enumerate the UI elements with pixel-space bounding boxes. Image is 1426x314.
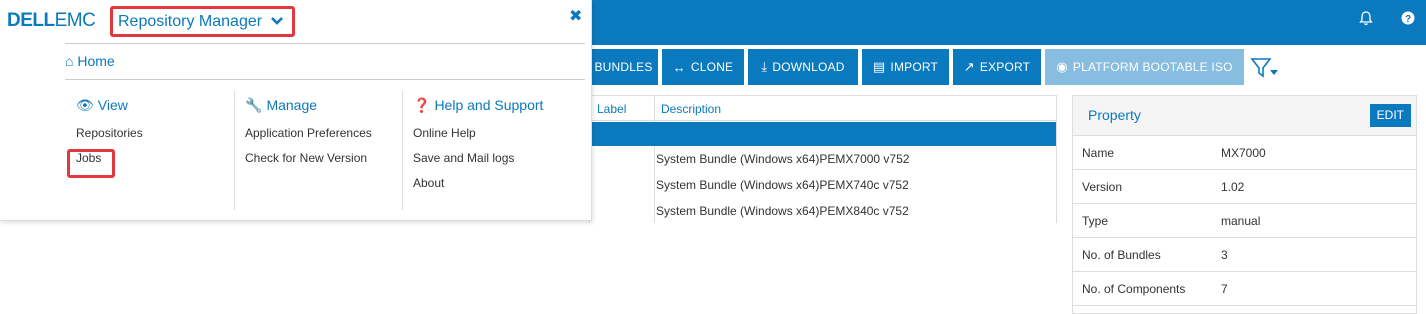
import-button-label: IMPORT [890,60,939,74]
download-icon: ⤓ [761,59,768,74]
manage-heading: 🔧 Manage [245,97,372,114]
clone-icon: ↔ [672,59,686,75]
menu-item-online-help[interactable]: Online Help [413,126,543,151]
menu-item-about[interactable]: About [413,176,543,201]
clone-button-label: CLONE [690,60,734,74]
export-button[interactable]: ↗ EXPORT [953,49,1041,85]
column-header-label[interactable]: Label [597,102,626,116]
table-row[interactable]: System Bundle (Windows x64)PEMX7000 v752 [656,152,909,166]
property-key: Name [1082,146,1115,160]
property-key: Version [1082,180,1123,194]
wrench-icon: 🔧 [245,97,263,113]
platform-bootable-iso-label: PLATFORM BOOTABLE ISO [1072,60,1233,74]
property-title: Property [1088,107,1141,123]
app-name: Repository Manager [118,13,263,30]
view-heading: 👁 View [76,97,143,114]
dell-emc-logo: DELLEMC [7,10,96,32]
download-button-label: DOWNLOAD [772,60,845,74]
import-button[interactable]: ▤ IMPORT [862,49,949,85]
home-icon: ⌂ [65,53,74,69]
menu-item-check-new-version[interactable]: Check for New Version [245,151,372,176]
export-icon: ↗ [963,59,975,74]
menu-item-save-mail-logs[interactable]: Save and Mail logs [413,151,543,176]
table-header: Label Description [590,95,1056,121]
column-divider [402,91,403,210]
bell-icon[interactable] [1358,11,1374,27]
property-value: 3 [1221,248,1228,262]
bundles-button[interactable]: BUNDLES [589,49,658,85]
app-navigation-menu: DELLEMC Repository Manager ✖ ⌂ Home 👁 Vie… [0,0,592,221]
bundles-table: Label Description System Bundle (Windows… [589,95,1057,223]
eye-icon: 👁 [76,97,94,113]
property-value: 7 [1221,282,1228,296]
menu-item-application-preferences[interactable]: Application Preferences [245,126,372,151]
jobs-highlight-box [67,149,115,178]
manage-heading-label: Manage [266,97,318,113]
property-key: No. of Bundles [1082,248,1161,262]
property-row: No. of Components 7 [1073,272,1416,306]
chevron-down-icon [270,9,284,34]
platform-bootable-iso-button[interactable]: ◉ PLATFORM BOOTABLE ISO [1045,49,1244,85]
menu-divider [65,43,585,44]
help-heading-label: Help and Support [434,97,544,113]
svg-text:?: ? [1405,14,1411,25]
property-panel-header: Property EDIT [1073,96,1416,136]
property-value: MX7000 [1221,146,1266,160]
bundles-button-label: BUNDLES [594,60,653,74]
view-heading-label: View [97,97,128,113]
app-switcher-dropdown[interactable]: Repository Manager [110,6,295,37]
help-icon[interactable]: ? [1400,11,1416,27]
logo-dell-text: DELL [7,10,55,31]
table-row[interactable]: System Bundle (Windows x64)PEMX840c v752 [656,204,909,218]
property-value: 1.02 [1221,180,1245,194]
home-link[interactable]: ⌂ Home [65,53,115,69]
property-row: Type manual [1073,204,1416,238]
close-icon[interactable]: ✖ [569,6,582,26]
property-key: Type [1082,214,1109,228]
column-divider [654,95,655,223]
repository-toolbar: BUNDLES ↔ CLONE ⤓ DOWNLOAD ▤ IMPORT ↗ EX… [589,49,1248,85]
download-button[interactable]: ⤓ DOWNLOAD [748,49,858,85]
menu-item-repositories[interactable]: Repositories [76,126,143,151]
filter-icon[interactable] [1250,56,1280,80]
help-heading: ❓ Help and Support [413,97,543,114]
menu-column-manage: 🔧 Manage Application Preferences Check fo… [245,97,372,176]
home-label: Home [77,53,115,69]
property-key: No. of Components [1082,282,1186,296]
property-row: Name MX7000 [1073,136,1416,170]
table-row[interactable]: System Bundle (Windows x64)PEMX740c v752 [656,178,909,192]
column-divider [234,91,235,210]
question-circle-icon: ❓ [413,97,431,113]
column-header-description[interactable]: Description [661,102,721,116]
table-row-selected[interactable] [590,122,1056,146]
disc-icon: ◉ [1056,59,1068,74]
menu-divider [65,79,585,80]
import-icon: ▤ [872,59,886,74]
edit-button[interactable]: EDIT [1369,104,1411,127]
logo-emc-text: EMC [54,10,96,31]
property-panel: Property EDIT Name MX7000 Version 1.02 T… [1072,95,1417,314]
property-value: manual [1221,214,1261,228]
property-row: No. of Bundles 3 [1073,238,1416,272]
property-row: Version 1.02 [1073,170,1416,204]
clone-button[interactable]: ↔ CLONE [662,49,744,85]
menu-column-help: ❓ Help and Support Online Help Save and M… [413,97,543,201]
export-button-label: EXPORT [979,60,1031,74]
